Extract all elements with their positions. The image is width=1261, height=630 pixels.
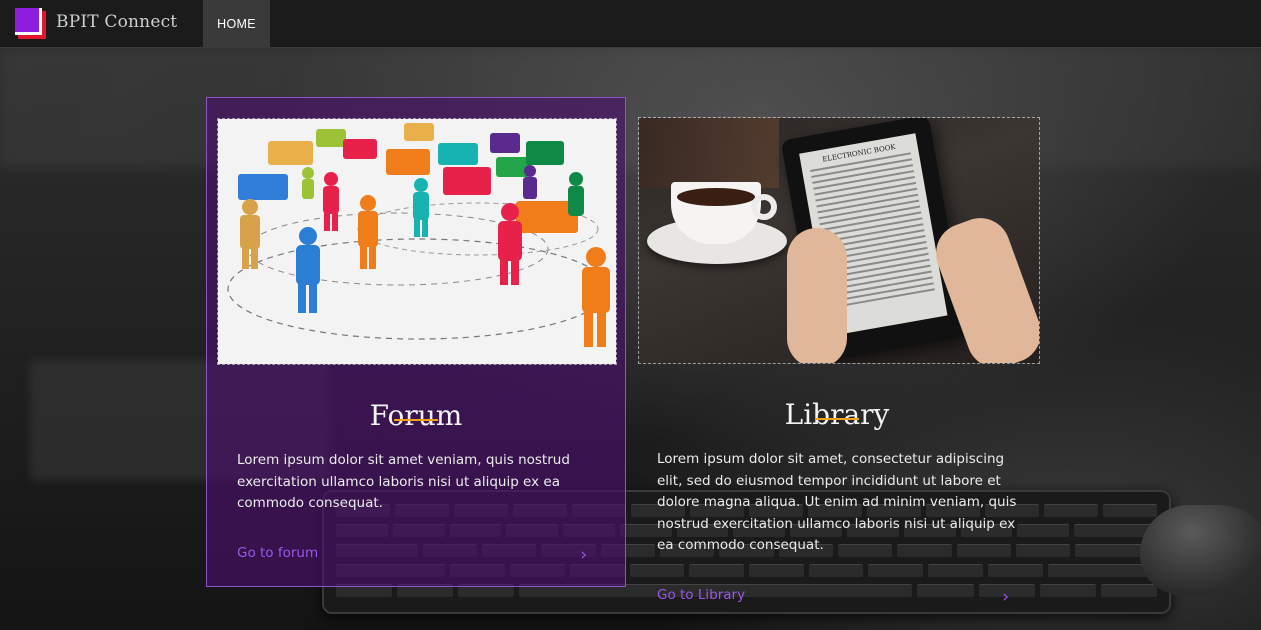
brand-name[interactable]: BPIT Connect <box>56 12 177 32</box>
chevron-right-icon[interactable]: › <box>580 545 587 565</box>
forum-title: Forum <box>369 399 463 433</box>
left-hand <box>787 228 847 363</box>
go-to-forum-link[interactable]: Go to forum <box>237 545 318 561</box>
library-image: ELECTRONIC BOOK <box>638 117 1040 364</box>
chevron-right-icon[interactable]: › <box>1002 587 1009 607</box>
forum-image <box>217 118 617 365</box>
nav-home-link[interactable]: HOME <box>203 0 270 47</box>
library-title: Library <box>784 398 890 432</box>
go-to-library-link[interactable]: Go to Library <box>657 587 745 603</box>
forum-card: Forum Lorem ipsum dolor sit amet veniam,… <box>206 97 626 587</box>
library-description: Lorem ipsum dolor sit amet, consectetur … <box>657 451 1017 553</box>
background-mouse <box>1140 505 1261 595</box>
top-navbar: BPIT Connect HOME <box>0 0 1261 48</box>
bpit-logo-icon[interactable] <box>14 7 46 39</box>
forum-description: Lorem ipsum dolor sit amet veniam, quis … <box>237 452 570 511</box>
library-title-underline <box>815 418 859 420</box>
library-card: ELECTRONIC BOOK Library Lorem ipsum dolo… <box>627 97 1047 607</box>
forum-title-underline <box>394 419 438 421</box>
